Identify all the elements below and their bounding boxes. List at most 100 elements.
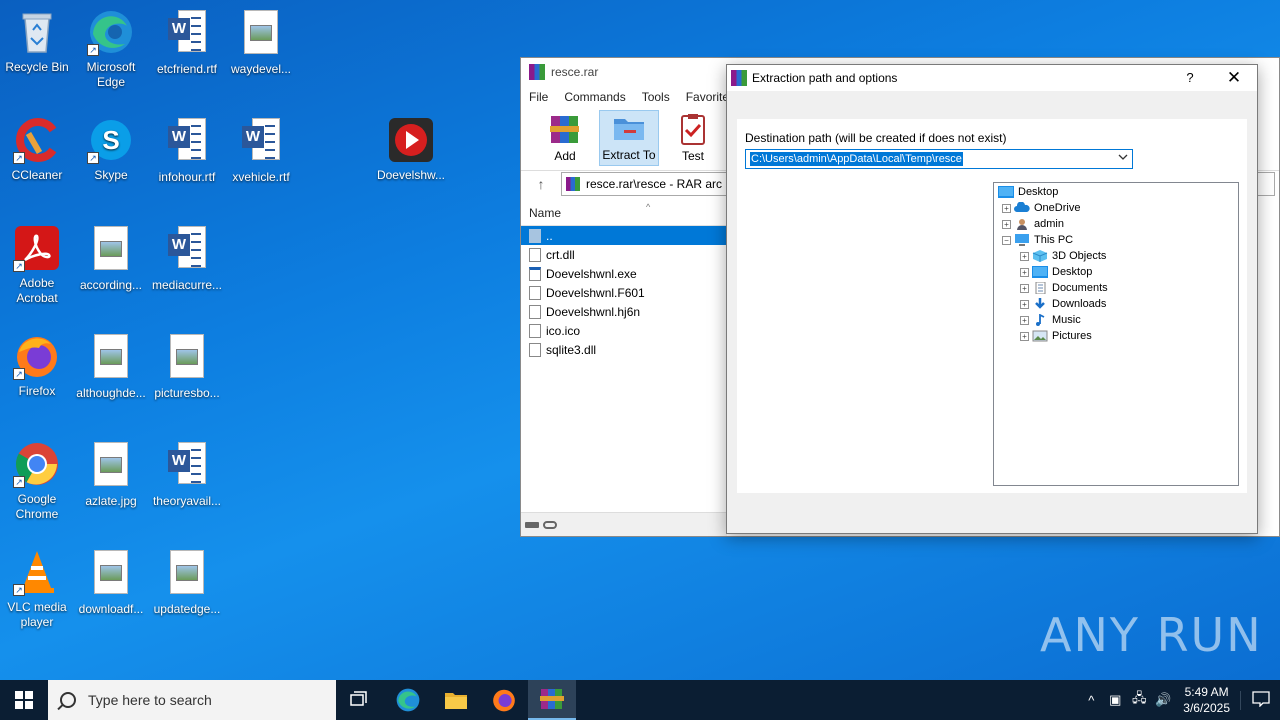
menu-tools[interactable]: Tools — [642, 90, 670, 104]
word-doc-icon: W — [168, 226, 206, 270]
windows-logo-icon — [15, 691, 33, 709]
shortcut-arrow-icon: ↗ — [87, 152, 99, 164]
chevron-down-icon[interactable] — [1117, 152, 1129, 166]
pictures-icon — [1032, 330, 1048, 342]
tree-item-music[interactable]: + Music — [994, 312, 1238, 328]
notifications-icon[interactable] — [1240, 690, 1280, 710]
shortcut-arrow-icon: ↗ — [13, 260, 25, 272]
menu-commands[interactable]: Commands — [564, 90, 625, 104]
dialog-title-bar[interactable]: Extraction path and options ? ✕ — [727, 65, 1257, 91]
cube-icon — [1032, 250, 1048, 262]
anyrun-watermark: ANY RUN — [1040, 608, 1263, 662]
file-row[interactable]: .. — [521, 226, 727, 245]
expand-icon[interactable]: + — [1020, 315, 1029, 325]
help-button[interactable]: ? — [1183, 65, 1197, 91]
column-header-name[interactable]: Name ^ — [521, 200, 727, 226]
expand-icon[interactable]: + — [1020, 283, 1029, 293]
tree-item-this-pc[interactable]: − This PC — [994, 232, 1238, 248]
updatedge-icon[interactable]: updatedge... — [151, 548, 223, 617]
expand-icon[interactable]: + — [1020, 299, 1029, 309]
according-icon[interactable]: according... — [75, 224, 147, 293]
start-button[interactable] — [0, 680, 48, 720]
skype-icon[interactable]: S ↗ Skype — [75, 116, 147, 183]
firefox-icon — [493, 689, 515, 712]
chevron-up-icon[interactable]: ^ — [1079, 693, 1103, 708]
tree-item-admin[interactable]: + admin — [994, 216, 1238, 232]
microsoft-edge-icon[interactable]: ↗ Microsoft Edge — [75, 8, 147, 90]
google-chrome-icon[interactable]: ↗ Google Chrome — [1, 440, 73, 522]
recycle-bin-icon[interactable]: Recycle Bin — [1, 8, 73, 75]
tree-item-pictures[interactable]: + Pictures — [994, 328, 1238, 344]
file-row[interactable]: sqlite3.dll — [521, 340, 727, 359]
infohour-rtf-icon[interactable]: W infohour.rtf — [151, 116, 223, 185]
vlc-media-player-icon[interactable]: ↗ VLC media player — [1, 548, 73, 630]
doevelshw-icon[interactable]: Doevelshw... — [375, 116, 447, 183]
folder-tree: Desktop + OneDrive + admin − This PC + 3… — [993, 182, 1239, 486]
collapse-icon[interactable]: − — [1002, 235, 1011, 245]
tree-item-desktop-root[interactable]: Desktop — [994, 184, 1238, 200]
network-icon[interactable]: 🖧 — [1127, 689, 1151, 711]
up-arrow-icon[interactable]: ↑ — [521, 176, 561, 192]
azlate-jpg-icon[interactable]: azlate.jpg — [75, 440, 147, 509]
close-button[interactable]: ✕ — [1221, 65, 1247, 91]
key-icon — [543, 520, 557, 529]
waydevel-icon[interactable]: waydevel... — [225, 8, 297, 77]
meet-now-icon[interactable]: ▣ — [1103, 692, 1127, 708]
mediacurre-icon[interactable]: W mediacurre... — [151, 224, 223, 293]
archive-books-icon — [550, 116, 579, 143]
taskbar-winrar[interactable] — [528, 680, 576, 720]
expand-icon[interactable]: + — [1020, 267, 1029, 277]
winrar-app-icon — [529, 64, 545, 80]
ccleaner-icon[interactable]: ↗ CCleaner — [1, 116, 73, 183]
test-button[interactable]: Test — [663, 110, 723, 166]
taskbar-search-box[interactable]: Type here to search — [48, 680, 336, 720]
winrar-app-icon — [566, 176, 580, 191]
menu-file[interactable]: File — [529, 90, 548, 104]
downloadf-icon[interactable]: downloadf... — [75, 548, 147, 617]
firefox-icon[interactable]: ↗ Firefox — [1, 332, 73, 399]
desktop-icon-label: Microsoft Edge — [86, 60, 136, 89]
desktop-icon-label: azlate.jpg — [85, 494, 137, 508]
extraction-dialog: Extraction path and options ? ✕ Destinat… — [726, 64, 1258, 534]
expand-icon[interactable]: + — [1002, 219, 1011, 229]
tree-item-3d-objects[interactable]: + 3D Objects — [994, 248, 1238, 264]
file-row[interactable]: Doevelshwnl.exe — [521, 264, 727, 283]
task-view-button[interactable] — [336, 680, 384, 720]
desktop-folder-icon — [1032, 266, 1048, 278]
tree-item-downloads[interactable]: + Downloads — [994, 296, 1238, 312]
picturesbo-icon[interactable]: picturesbo... — [151, 332, 223, 401]
desktop-folder-icon — [998, 186, 1014, 198]
file-row[interactable]: ico.ico — [521, 321, 727, 340]
add-button[interactable]: Add — [535, 110, 595, 166]
extract-to-button[interactable]: Extract To — [599, 110, 659, 166]
althoughde-icon[interactable]: althoughde... — [75, 332, 147, 401]
taskbar: Type here to search ^ ▣ 🖧 🔊 5:49 AM 3/6/… — [0, 680, 1280, 720]
file-row[interactable]: Doevelshwnl.F601 — [521, 283, 727, 302]
clock[interactable]: 5:49 AM 3/6/2025 — [1183, 684, 1230, 716]
taskbar-edge[interactable] — [384, 680, 432, 720]
tree-item-desktop[interactable]: + Desktop — [994, 264, 1238, 280]
drive-icon — [525, 521, 539, 528]
volume-icon[interactable]: 🔊 — [1151, 692, 1175, 708]
adobe-acrobat-icon[interactable]: ↗ Adobe Acrobat — [1, 224, 73, 306]
expand-icon[interactable]: + — [1020, 251, 1029, 261]
taskbar-file-explorer[interactable] — [432, 680, 480, 720]
xvehicle-rtf-icon[interactable]: W xvehicle.rtf — [225, 116, 297, 185]
tree-item-onedrive[interactable]: + OneDrive — [994, 200, 1238, 216]
etcfriend-rtf-icon[interactable]: W etcfriend.rtf — [151, 8, 223, 77]
file-row[interactable]: Doevelshwnl.hj6n — [521, 302, 727, 321]
window-title: resce.rar — [551, 65, 599, 79]
shortcut-arrow-icon: ↗ — [13, 476, 25, 488]
desktop-icon-label: Firefox — [18, 384, 56, 398]
desktop-icon-label: mediacurre... — [151, 278, 223, 292]
file-row[interactable]: crt.dll — [521, 245, 727, 264]
destination-path-combo[interactable]: C:\Users\admin\AppData\Local\Temp\resce — [745, 149, 1133, 169]
tree-item-documents[interactable]: + Documents — [994, 280, 1238, 296]
expand-icon[interactable]: + — [1020, 331, 1029, 341]
expand-icon[interactable]: + — [1002, 203, 1011, 213]
theoryavail-icon[interactable]: W theoryavail... — [151, 440, 223, 509]
desktop-icon-label: Skype — [94, 168, 128, 182]
taskbar-firefox[interactable] — [480, 680, 528, 720]
desktop-icon-label: updatedge... — [153, 602, 221, 616]
clipboard-check-icon — [681, 114, 705, 145]
